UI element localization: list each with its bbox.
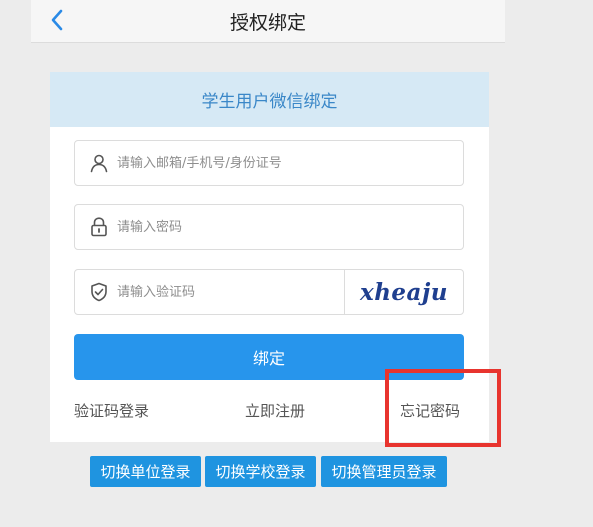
- captcha-image[interactable]: xheaju: [344, 270, 463, 314]
- lock-icon: [88, 216, 110, 238]
- switch-admin-login-button[interactable]: 切换管理员登录: [321, 456, 447, 487]
- nav-bar: 授权绑定: [31, 0, 505, 43]
- page-title: 授权绑定: [229, 12, 306, 34]
- account-field: [74, 140, 464, 186]
- user-icon: [88, 152, 110, 174]
- switch-school-login-button[interactable]: 切换学校登录: [205, 456, 316, 487]
- sms-login-link[interactable]: 验证码登录: [74, 400, 149, 421]
- register-link[interactable]: 立即注册: [245, 400, 305, 421]
- form-header: 学生用户微信绑定: [50, 72, 489, 127]
- highlight-box: [385, 369, 501, 447]
- shield-icon: [88, 281, 110, 303]
- switch-unit-login-button[interactable]: 切换单位登录: [90, 456, 201, 487]
- captcha-input[interactable]: [117, 270, 342, 314]
- captcha-field: xheaju: [74, 269, 464, 315]
- account-input[interactable]: [117, 141, 447, 185]
- password-input[interactable]: [117, 205, 447, 249]
- password-field: [74, 204, 464, 250]
